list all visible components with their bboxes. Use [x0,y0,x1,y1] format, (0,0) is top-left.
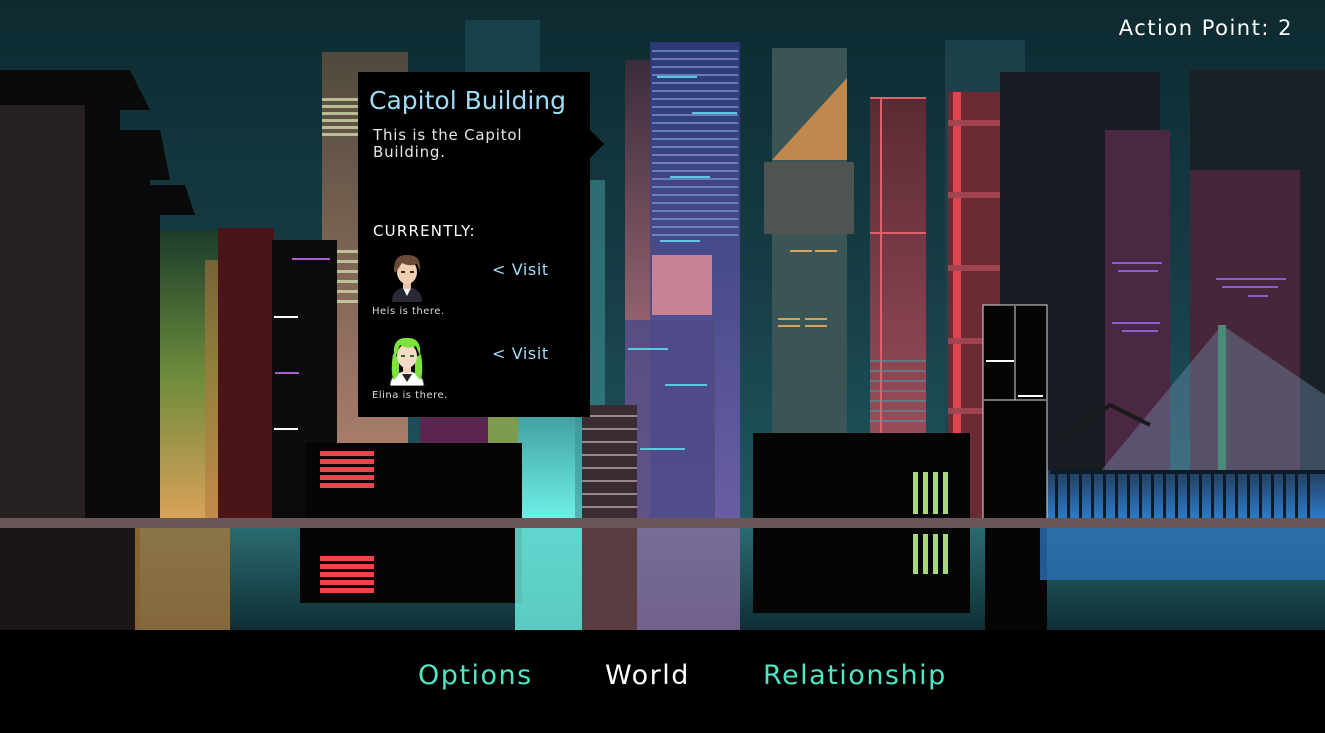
heis-portrait-icon [392,254,422,302]
location-info-panel: Capitol Building This is the Capitol Bui… [358,72,604,417]
world-tab[interactable]: World [605,660,690,691]
action-points-label: Action Point: [1118,16,1270,40]
elina-portrait-icon [389,337,425,386]
action-points-display: Action Point: 2 [1119,16,1293,40]
location-description: This is the Capitol Building. [373,126,523,161]
options-button[interactable]: Options [418,660,533,691]
action-points-value: 2 [1278,16,1293,40]
visit-elina-button[interactable]: < Visit [492,344,549,363]
relationship-button[interactable]: Relationship [763,660,947,691]
city-skyline-background [0,0,1325,630]
visit-heis-button[interactable]: < Visit [492,260,549,279]
game-screen: Action Point: 2 Capitol Building This is… [0,0,1325,733]
heis-status: Heis is there. [372,306,445,317]
character-entry-heis: Heis is there. < Visit [370,250,585,325]
bottom-nav-bar: Options World Relationship [0,630,1325,733]
location-title: Capitol Building [369,86,566,115]
elina-status: Elina is there. [372,390,448,401]
currently-label: CURRENTLY: [373,222,476,240]
character-entry-elina: Elina is there. < Visit [370,334,585,409]
